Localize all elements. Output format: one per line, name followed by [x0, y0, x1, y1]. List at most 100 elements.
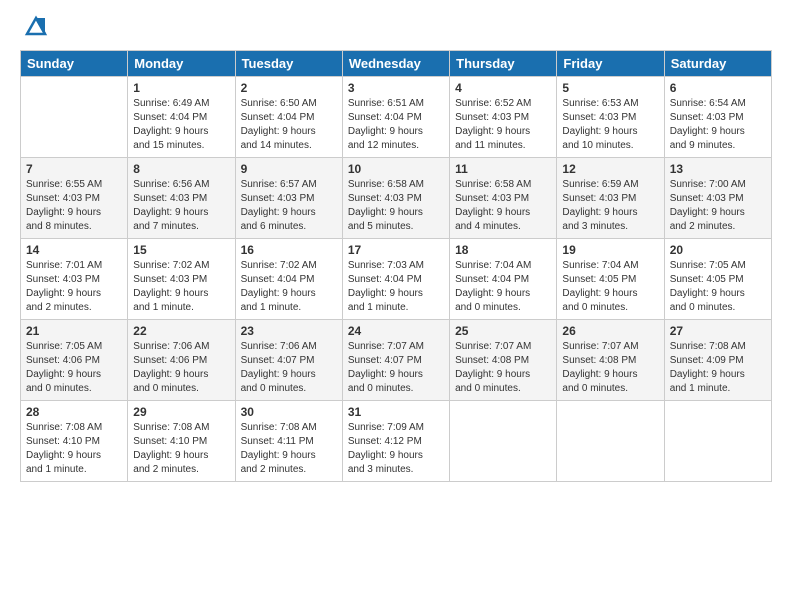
day-cell: 23 Sunrise: 7:06 AM Sunset: 4:07 PM Dayli… — [235, 320, 342, 401]
day-info: Sunrise: 6:52 AM Sunset: 4:03 PM Dayligh… — [455, 97, 551, 153]
week-row-2: 7 Sunrise: 6:55 AM Sunset: 4:03 PM Daylig… — [21, 158, 772, 239]
day-info: Sunrise: 6:54 AM Sunset: 4:03 PM Dayligh… — [670, 97, 766, 153]
day-number: 6 — [670, 81, 766, 95]
weekday-header-tuesday: Tuesday — [235, 51, 342, 77]
day-number: 4 — [455, 81, 551, 95]
day-cell: 20 Sunrise: 7:05 AM Sunset: 4:05 PM Dayli… — [664, 239, 771, 320]
weekday-header-friday: Friday — [557, 51, 664, 77]
week-row-1: 1Sunrise: 6:49 AM Sunset: 4:04 PM Daylig… — [21, 77, 772, 158]
day-cell: 30 Sunrise: 7:08 AM Sunset: 4:11 PM Dayli… — [235, 401, 342, 482]
day-info: Sunrise: 6:56 AM Sunset: 4:03 PM Dayligh… — [133, 178, 229, 234]
weekday-header-row: SundayMondayTuesdayWednesdayThursdayFrid… — [21, 51, 772, 77]
day-info: Sunrise: 6:58 AM Sunset: 4:03 PM Dayligh… — [348, 178, 444, 234]
day-cell: 19 Sunrise: 7:04 AM Sunset: 4:05 PM Dayli… — [557, 239, 664, 320]
day-cell: 15 Sunrise: 7:02 AM Sunset: 4:03 PM Dayli… — [128, 239, 235, 320]
day-info: Sunrise: 6:57 AM Sunset: 4:03 PM Dayligh… — [241, 178, 337, 234]
day-number: 21 — [26, 324, 122, 338]
day-info: Sunrise: 7:07 AM Sunset: 4:08 PM Dayligh… — [562, 340, 658, 396]
day-number: 10 — [348, 162, 444, 176]
day-cell: 18 Sunrise: 7:04 AM Sunset: 4:04 PM Dayli… — [450, 239, 557, 320]
day-cell: 1Sunrise: 6:49 AM Sunset: 4:04 PM Daylig… — [128, 77, 235, 158]
day-cell: 3 Sunrise: 6:51 AM Sunset: 4:04 PM Daylig… — [342, 77, 449, 158]
day-number: 15 — [133, 243, 229, 257]
day-info: Sunrise: 7:06 AM Sunset: 4:07 PM Dayligh… — [241, 340, 337, 396]
day-info: Sunrise: 7:00 AM Sunset: 4:03 PM Dayligh… — [670, 178, 766, 234]
day-info: Sunrise: 6:51 AM Sunset: 4:04 PM Dayligh… — [348, 97, 444, 153]
day-cell: 10 Sunrise: 6:58 AM Sunset: 4:03 PM Dayli… — [342, 158, 449, 239]
day-cell: 13Sunrise: 7:00 AM Sunset: 4:03 PM Dayli… — [664, 158, 771, 239]
day-cell: 16Sunrise: 7:02 AM Sunset: 4:04 PM Dayli… — [235, 239, 342, 320]
day-cell: 14 Sunrise: 7:01 AM Sunset: 4:03 PM Dayli… — [21, 239, 128, 320]
day-number: 16 — [241, 243, 337, 257]
day-info: Sunrise: 7:01 AM Sunset: 4:03 PM Dayligh… — [26, 259, 122, 315]
day-number: 3 — [348, 81, 444, 95]
page: SundayMondayTuesdayWednesdayThursdayFrid… — [0, 0, 792, 612]
day-info: Sunrise: 7:06 AM Sunset: 4:06 PM Dayligh… — [133, 340, 229, 396]
day-info: Sunrise: 7:07 AM Sunset: 4:08 PM Dayligh… — [455, 340, 551, 396]
day-info: Sunrise: 6:50 AM Sunset: 4:04 PM Dayligh… — [241, 97, 337, 153]
day-cell: 11 Sunrise: 6:58 AM Sunset: 4:03 PM Dayli… — [450, 158, 557, 239]
day-cell: 25 Sunrise: 7:07 AM Sunset: 4:08 PM Dayli… — [450, 320, 557, 401]
day-cell — [664, 401, 771, 482]
day-number: 19 — [562, 243, 658, 257]
week-row-5: 28 Sunrise: 7:08 AM Sunset: 4:10 PM Dayli… — [21, 401, 772, 482]
day-number: 20 — [670, 243, 766, 257]
day-cell: 22 Sunrise: 7:06 AM Sunset: 4:06 PM Dayli… — [128, 320, 235, 401]
day-cell — [450, 401, 557, 482]
day-info: Sunrise: 7:05 AM Sunset: 4:06 PM Dayligh… — [26, 340, 122, 396]
day-info: Sunrise: 7:08 AM Sunset: 4:10 PM Dayligh… — [26, 421, 122, 477]
day-cell: 26 Sunrise: 7:07 AM Sunset: 4:08 PM Dayli… — [557, 320, 664, 401]
day-number: 11 — [455, 162, 551, 176]
day-info: Sunrise: 7:08 AM Sunset: 4:09 PM Dayligh… — [670, 340, 766, 396]
day-cell: 8 Sunrise: 6:56 AM Sunset: 4:03 PM Daylig… — [128, 158, 235, 239]
day-number: 17 — [348, 243, 444, 257]
day-number: 8 — [133, 162, 229, 176]
day-number: 22 — [133, 324, 229, 338]
day-number: 14 — [26, 243, 122, 257]
week-row-4: 21 Sunrise: 7:05 AM Sunset: 4:06 PM Dayli… — [21, 320, 772, 401]
day-number: 24 — [348, 324, 444, 338]
weekday-header-saturday: Saturday — [664, 51, 771, 77]
day-info: Sunrise: 7:02 AM Sunset: 4:03 PM Dayligh… — [133, 259, 229, 315]
day-number: 12 — [562, 162, 658, 176]
day-cell: 7 Sunrise: 6:55 AM Sunset: 4:03 PM Daylig… — [21, 158, 128, 239]
day-cell: 29 Sunrise: 7:08 AM Sunset: 4:10 PM Dayli… — [128, 401, 235, 482]
day-cell: 9Sunrise: 6:57 AM Sunset: 4:03 PM Daylig… — [235, 158, 342, 239]
weekday-header-sunday: Sunday — [21, 51, 128, 77]
header — [20, 16, 772, 40]
day-number: 2 — [241, 81, 337, 95]
day-cell: 28 Sunrise: 7:08 AM Sunset: 4:10 PM Dayli… — [21, 401, 128, 482]
week-row-3: 14 Sunrise: 7:01 AM Sunset: 4:03 PM Dayli… — [21, 239, 772, 320]
day-info: Sunrise: 7:08 AM Sunset: 4:10 PM Dayligh… — [133, 421, 229, 477]
day-info: Sunrise: 7:04 AM Sunset: 4:04 PM Dayligh… — [455, 259, 551, 315]
day-number: 7 — [26, 162, 122, 176]
day-info: Sunrise: 6:55 AM Sunset: 4:03 PM Dayligh… — [26, 178, 122, 234]
day-cell: 6 Sunrise: 6:54 AM Sunset: 4:03 PM Daylig… — [664, 77, 771, 158]
logo — [20, 16, 49, 40]
day-info: Sunrise: 7:04 AM Sunset: 4:05 PM Dayligh… — [562, 259, 658, 315]
day-cell: 21 Sunrise: 7:05 AM Sunset: 4:06 PM Dayli… — [21, 320, 128, 401]
day-info: Sunrise: 7:07 AM Sunset: 4:07 PM Dayligh… — [348, 340, 444, 396]
day-cell — [557, 401, 664, 482]
weekday-header-thursday: Thursday — [450, 51, 557, 77]
day-number: 30 — [241, 405, 337, 419]
day-info: Sunrise: 7:05 AM Sunset: 4:05 PM Dayligh… — [670, 259, 766, 315]
weekday-header-wednesday: Wednesday — [342, 51, 449, 77]
day-info: Sunrise: 6:58 AM Sunset: 4:03 PM Dayligh… — [455, 178, 551, 234]
day-number: 25 — [455, 324, 551, 338]
day-info: Sunrise: 6:53 AM Sunset: 4:03 PM Dayligh… — [562, 97, 658, 153]
day-cell: 12Sunrise: 6:59 AM Sunset: 4:03 PM Dayli… — [557, 158, 664, 239]
day-cell: 17 Sunrise: 7:03 AM Sunset: 4:04 PM Dayli… — [342, 239, 449, 320]
day-number: 23 — [241, 324, 337, 338]
day-info: Sunrise: 6:49 AM Sunset: 4:04 PM Dayligh… — [133, 97, 229, 153]
day-cell: 31Sunrise: 7:09 AM Sunset: 4:12 PM Dayli… — [342, 401, 449, 482]
day-number: 28 — [26, 405, 122, 419]
logo-icon — [23, 14, 49, 40]
day-info: Sunrise: 7:08 AM Sunset: 4:11 PM Dayligh… — [241, 421, 337, 477]
day-info: Sunrise: 7:03 AM Sunset: 4:04 PM Dayligh… — [348, 259, 444, 315]
day-cell: 24 Sunrise: 7:07 AM Sunset: 4:07 PM Dayli… — [342, 320, 449, 401]
day-cell: 2 Sunrise: 6:50 AM Sunset: 4:04 PM Daylig… — [235, 77, 342, 158]
day-number: 26 — [562, 324, 658, 338]
day-number: 29 — [133, 405, 229, 419]
day-number: 18 — [455, 243, 551, 257]
